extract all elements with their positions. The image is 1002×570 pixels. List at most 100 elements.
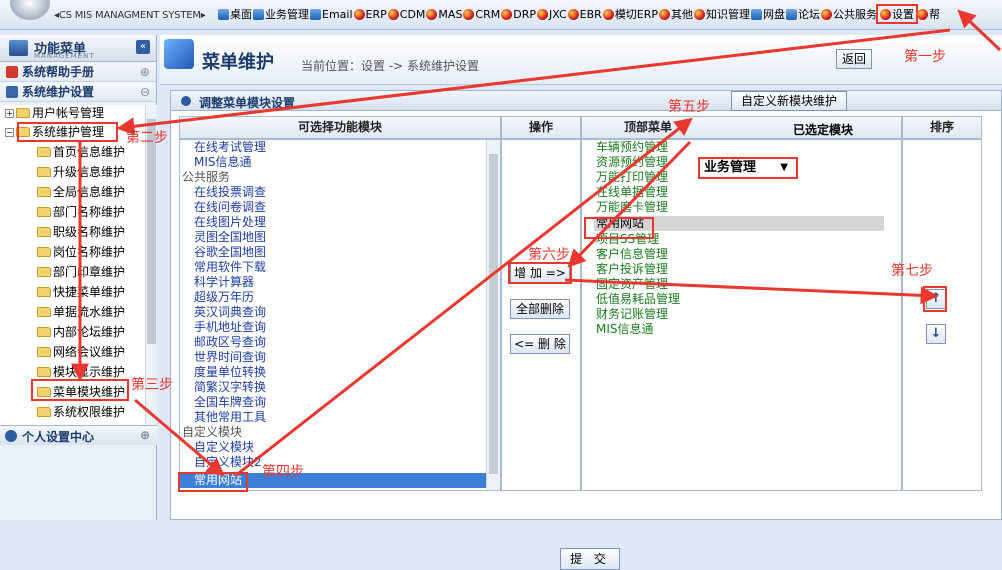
sidebar-group-help-manual[interactable]: 系统帮助手册 ⊕ bbox=[0, 62, 156, 82]
list-item[interactable]: 车辆预约管理 bbox=[596, 140, 668, 155]
person-icon bbox=[5, 430, 17, 442]
nav-cdm[interactable]: CDM bbox=[387, 6, 425, 22]
nav-ebr[interactable]: EBR bbox=[567, 6, 602, 22]
list-item[interactable]: 客户投诉管理 bbox=[596, 262, 668, 277]
tree-item[interactable]: 升级信息维护 bbox=[37, 163, 125, 181]
list-item[interactable]: 固定资产管理 bbox=[596, 277, 668, 292]
list-item[interactable]: 手机地址查询 bbox=[194, 320, 266, 335]
tree-item[interactable]: 内部论坛维护 bbox=[37, 323, 125, 341]
tree-item[interactable]: 网络会议维护 bbox=[37, 343, 125, 361]
sidebar-group-personal-settings[interactable]: 个人设置中心 ⊕ bbox=[0, 425, 157, 445]
list-item[interactable]: 低值易耗品管理 bbox=[596, 292, 680, 307]
list-item[interactable]: 在线考试管理 bbox=[194, 140, 266, 155]
tree-item[interactable]: 全局信息维护 bbox=[37, 183, 125, 201]
nav-netdisk[interactable]: 网盘 bbox=[751, 6, 785, 22]
selected-modules-list[interactable]: 车辆预约管理 资源预约管理 万能打印管理 在线单据管理 万能磨卡管理 常用网站 … bbox=[581, 139, 902, 491]
tree-item[interactable]: 岗位名称维护 bbox=[37, 243, 125, 261]
collapse-sidebar-button[interactable]: « bbox=[136, 40, 150, 54]
list-item[interactable]: 科学计算器 bbox=[194, 275, 254, 290]
list-item[interactable]: 谷歌全国地图 bbox=[194, 245, 266, 260]
collapse-toggle[interactable]: − bbox=[5, 127, 14, 137]
list-item[interactable]: 客户信息管理 bbox=[596, 247, 668, 262]
nav-forum[interactable]: 论坛 bbox=[786, 6, 820, 22]
list-item[interactable]: 常用软件下载 bbox=[194, 260, 266, 275]
nav-settings[interactable]: 设置 bbox=[876, 4, 919, 24]
highlight-system-maintenance bbox=[17, 122, 118, 142]
col-available-modules: 可选择功能模块 bbox=[179, 116, 501, 139]
list-item[interactable]: 在线投票调查 bbox=[194, 185, 266, 200]
list-item[interactable]: 英汉词典查询 bbox=[194, 305, 266, 320]
nav-other[interactable]: 其他 bbox=[659, 6, 693, 22]
panel-icon bbox=[181, 96, 191, 106]
nav-die-cut-erp[interactable]: 模切ERP bbox=[602, 6, 658, 22]
sidebar-group-system-maintenance[interactable]: 系统维护设置 ⊖ bbox=[0, 82, 156, 102]
list-item[interactable]: 自定义模块 bbox=[194, 440, 254, 455]
list-item[interactable]: 简繁汉字转换 bbox=[194, 380, 266, 395]
nav-erp[interactable]: ERP bbox=[353, 6, 387, 22]
top-menu-select[interactable]: 业务管理 ▼ bbox=[698, 157, 798, 179]
list-item[interactable]: 世界时间查询 bbox=[194, 350, 266, 365]
move-down-button[interactable]: ↓ bbox=[926, 324, 946, 344]
step-label-2: 第二步 bbox=[126, 130, 168, 146]
nav-business[interactable]: 业务管理 bbox=[253, 6, 309, 22]
expand-toggle[interactable]: + bbox=[5, 108, 14, 118]
folder-icon bbox=[16, 108, 30, 118]
tree-item[interactable]: 单据流水维护 bbox=[37, 303, 125, 321]
expand-icon[interactable]: ⊕ bbox=[140, 62, 150, 82]
list-item[interactable]: MIS信息通 bbox=[194, 155, 252, 170]
list-item[interactable]: 超级万年历 bbox=[194, 290, 254, 305]
collapse-icon[interactable]: ⊖ bbox=[140, 82, 150, 102]
tree-item[interactable]: 首页信息维护 bbox=[37, 143, 125, 161]
list-item[interactable]: 自定义模块2 bbox=[194, 455, 262, 470]
nav-jxc[interactable]: JXC bbox=[537, 6, 567, 22]
nav-mas[interactable]: MAS bbox=[426, 6, 462, 22]
tree-item[interactable]: 系统权限维护 bbox=[37, 403, 125, 421]
col-top-menu: 顶部菜单 bbox=[581, 116, 902, 139]
folder-icon bbox=[37, 187, 51, 197]
delete-button[interactable]: <= 删 除 bbox=[510, 334, 570, 354]
step-label-1: 第一步 bbox=[904, 49, 946, 65]
submit-button[interactable]: 提 交 bbox=[560, 548, 620, 570]
netdisk-icon bbox=[751, 8, 763, 20]
nav-crm[interactable]: CRM bbox=[463, 6, 500, 22]
folder-icon bbox=[37, 367, 51, 377]
nav-drp[interactable]: DRP bbox=[501, 6, 536, 22]
custom-module-button[interactable]: 自定义新模块维护 bbox=[731, 91, 847, 111]
help-icon bbox=[917, 8, 929, 20]
list-item[interactable]: 在线单据管理 bbox=[596, 185, 668, 200]
list-item[interactable]: 在线图片处理 bbox=[194, 215, 266, 230]
list-item[interactable]: 邮政区号查询 bbox=[194, 335, 266, 350]
tree-item[interactable]: 快捷菜单维护 bbox=[37, 283, 125, 301]
nav-public-service[interactable]: 公共服务 bbox=[821, 6, 877, 22]
nav-desktop[interactable]: 桌面 bbox=[218, 6, 252, 22]
tree-item[interactable]: 部门名称维护 bbox=[37, 203, 125, 221]
folder-icon bbox=[37, 147, 51, 157]
scroll-thumb[interactable] bbox=[147, 119, 156, 344]
monitor-icon bbox=[218, 8, 229, 20]
available-list-scrollbar[interactable] bbox=[486, 140, 500, 490]
list-item[interactable]: 全国车牌查询 bbox=[194, 395, 266, 410]
list-item[interactable]: 资源预约管理 bbox=[596, 155, 668, 170]
nav-knowledge[interactable]: 知识管理 bbox=[694, 6, 750, 22]
back-button[interactable]: 返回 bbox=[836, 49, 872, 69]
scroll-thumb[interactable] bbox=[489, 154, 498, 474]
available-modules-list[interactable]: 在线考试管理 MIS信息通 公共服务 在线投票调查 在线问卷调查 在线图片处理 … bbox=[179, 139, 501, 491]
delete-all-button[interactable]: 全部删除 bbox=[510, 299, 570, 319]
nav-email[interactable]: Email bbox=[310, 6, 353, 22]
list-item[interactable]: MIS信息通 bbox=[596, 322, 654, 337]
sidebar-tree: + 用户帐号管理 − 系统维护管理 首页信息维护 升级信息维护 全局信息维护 部门名… bbox=[0, 105, 145, 425]
tree-item[interactable]: 部门印章维护 bbox=[37, 263, 125, 281]
tree-item[interactable]: 职级名称维护 bbox=[37, 223, 125, 241]
list-item[interactable]: 其他常用工具 bbox=[194, 410, 266, 425]
nav-help[interactable]: 帮 bbox=[917, 6, 940, 22]
tree-item-user-accounts[interactable]: + 用户帐号管理 bbox=[5, 105, 104, 122]
list-item[interactable]: 在线问卷调查 bbox=[194, 200, 266, 215]
list-item[interactable]: 万能打印管理 bbox=[596, 170, 668, 185]
tools-icon bbox=[6, 86, 18, 98]
list-item[interactable]: 度量单位转换 bbox=[194, 365, 266, 380]
top-bar: ◂CS MIS MANAGMENT SYSTEM▸ 桌面 业务管理 Email … bbox=[0, 0, 1002, 30]
list-item[interactable]: 万能磨卡管理 bbox=[596, 200, 668, 215]
list-item[interactable]: 灵图全国地图 bbox=[194, 230, 266, 245]
expand-icon[interactable]: ⊕ bbox=[140, 428, 150, 442]
list-item[interactable]: 财务记账管理 bbox=[596, 307, 668, 322]
